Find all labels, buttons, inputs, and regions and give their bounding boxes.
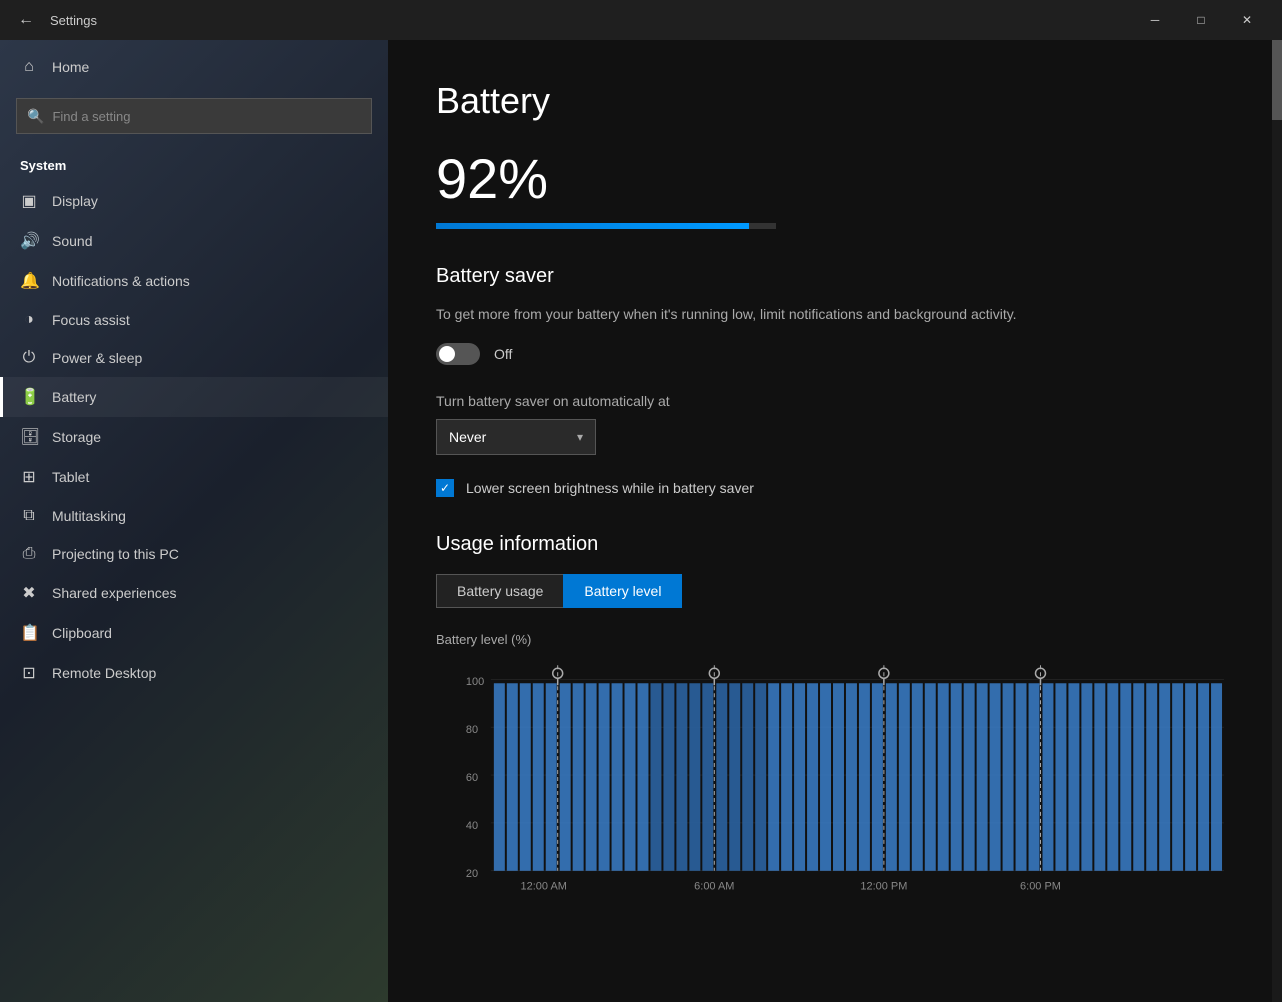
brightness-checkbox-row: ✓ Lower screen brightness while in batte… — [436, 479, 1234, 497]
sidebar-item-clipboard[interactable]: 📋 Clipboard — [0, 613, 388, 653]
close-button[interactable]: ✕ — [1224, 0, 1270, 40]
sidebar-search-box[interactable]: 🔍 — [16, 98, 372, 134]
sidebar-item-label: Home — [52, 59, 89, 75]
svg-text:80: 80 — [466, 724, 478, 736]
auto-on-dropdown[interactable]: Never ▾ — [436, 419, 596, 455]
sidebar-item-label: Notifications & actions — [52, 273, 190, 289]
scrollbar-track[interactable] — [1272, 40, 1282, 1002]
titlebar: ← Settings ─ □ ✕ — [0, 0, 1282, 40]
maximize-button[interactable]: □ — [1178, 0, 1224, 40]
multitasking-icon: ⧉ — [20, 507, 38, 525]
back-button[interactable]: ← — [12, 6, 40, 34]
sidebar-item-display[interactable]: ▣ Display — [0, 181, 388, 221]
notifications-icon: 🔔 — [20, 271, 38, 291]
sidebar-item-label: Sound — [52, 233, 92, 249]
sidebar-item-label: Display — [52, 193, 98, 209]
tab-battery-usage[interactable]: Battery usage — [436, 574, 563, 608]
sidebar-item-label: Projecting to this PC — [52, 546, 179, 562]
battery-bar-fill — [436, 223, 749, 229]
brightness-checkbox[interactable]: ✓ — [436, 479, 454, 497]
search-icon: 🔍 — [27, 108, 44, 125]
battery-saver-title: Battery saver — [436, 265, 1234, 288]
svg-text:40: 40 — [466, 820, 478, 832]
focus-icon: ◑ — [20, 311, 38, 329]
sidebar-item-label: Battery — [52, 389, 96, 405]
checkmark-icon: ✓ — [440, 481, 450, 495]
minimize-button[interactable]: ─ — [1132, 0, 1178, 40]
usage-tabs: Battery usage Battery level — [436, 574, 1234, 608]
projecting-icon: ⎙ — [20, 545, 38, 563]
sidebar-item-label: Multitasking — [52, 508, 126, 524]
sidebar-item-label: Storage — [52, 429, 101, 445]
shared-icon: ✖ — [20, 583, 38, 603]
search-input[interactable] — [52, 109, 361, 124]
auto-on-label: Turn battery saver on automatically at — [436, 393, 1234, 409]
sidebar-item-label: Tablet — [52, 469, 89, 485]
sidebar-item-label: Clipboard — [52, 625, 112, 641]
window-controls: ─ □ ✕ — [1132, 0, 1270, 40]
svg-text:6:00 AM: 6:00 AM — [694, 881, 734, 893]
svg-text:100: 100 — [466, 676, 484, 688]
app-title: Settings — [50, 13, 97, 28]
battery-saver-toggle[interactable] — [436, 343, 480, 365]
remote-icon: ⊡ — [20, 663, 38, 683]
display-icon: ▣ — [20, 191, 38, 211]
tab-battery-level[interactable]: Battery level — [563, 574, 682, 608]
sidebar-item-notifications[interactable]: 🔔 Notifications & actions — [0, 261, 388, 301]
sidebar: ⌂ Home 🔍 System ▣ Display 🔊 Sound 🔔 Noti… — [0, 40, 388, 1002]
tablet-icon: ⊞ — [20, 467, 38, 487]
home-icon: ⌂ — [20, 58, 38, 76]
sidebar-item-projecting[interactable]: ⎙ Projecting to this PC — [0, 535, 388, 573]
sidebar-item-label: Power & sleep — [52, 350, 142, 366]
storage-icon: 🗄 — [20, 427, 38, 447]
sidebar-item-storage[interactable]: 🗄 Storage — [0, 417, 388, 457]
battery-saver-description: To get more from your battery when it's … — [436, 304, 1036, 325]
chevron-down-icon: ▾ — [577, 430, 583, 444]
svg-text:60: 60 — [466, 772, 478, 784]
battery-progress-bar — [436, 223, 776, 229]
sidebar-item-focus[interactable]: ◑ Focus assist — [0, 301, 388, 339]
sound-icon: 🔊 — [20, 231, 38, 251]
battery-chart: 100 80 60 40 20 — [436, 655, 1234, 915]
sidebar-item-sound[interactable]: 🔊 Sound — [0, 221, 388, 261]
svg-text:12:00 AM: 12:00 AM — [521, 881, 567, 893]
toggle-label: Off — [494, 346, 512, 362]
sidebar-item-multitasking[interactable]: ⧉ Multitasking — [0, 497, 388, 535]
dropdown-value: Never — [449, 429, 486, 445]
chart-y-label: Battery level (%) — [436, 632, 1234, 647]
sidebar-item-shared[interactable]: ✖ Shared experiences — [0, 573, 388, 613]
svg-text:20: 20 — [466, 868, 478, 880]
sidebar-item-label: Focus assist — [52, 312, 130, 328]
sidebar-item-battery[interactable]: 🔋 Battery — [0, 377, 388, 417]
sidebar-item-home[interactable]: ⌂ Home — [0, 48, 388, 86]
sidebar-section-title: System — [0, 146, 388, 181]
scrollbar-thumb[interactable] — [1272, 40, 1282, 120]
sidebar-item-tablet[interactable]: ⊞ Tablet — [0, 457, 388, 497]
clipboard-icon: 📋 — [20, 623, 38, 643]
power-icon: ⏻ — [20, 349, 38, 367]
battery-saver-toggle-row: Off — [436, 343, 1234, 365]
svg-text:12:00 PM: 12:00 PM — [860, 881, 907, 893]
svg-text:6:00 PM: 6:00 PM — [1020, 881, 1061, 893]
main-layout: ⌂ Home 🔍 System ▣ Display 🔊 Sound 🔔 Noti… — [0, 40, 1282, 1002]
sidebar-item-label: Remote Desktop — [52, 665, 156, 681]
sidebar-item-label: Shared experiences — [52, 585, 177, 601]
sidebar-item-remote[interactable]: ⊡ Remote Desktop — [0, 653, 388, 693]
battery-percent-display: 92% — [436, 146, 1234, 211]
battery-level-chart: 100 80 60 40 20 — [436, 655, 1234, 915]
toggle-knob — [439, 346, 455, 362]
usage-section-title: Usage information — [436, 533, 1234, 556]
brightness-checkbox-label: Lower screen brightness while in battery… — [466, 480, 754, 496]
battery-icon: 🔋 — [20, 387, 38, 407]
content-area: Battery 92% Battery saver To get more fr… — [388, 40, 1282, 1002]
sidebar-item-power[interactable]: ⏻ Power & sleep — [0, 339, 388, 377]
page-title: Battery — [436, 80, 1234, 122]
